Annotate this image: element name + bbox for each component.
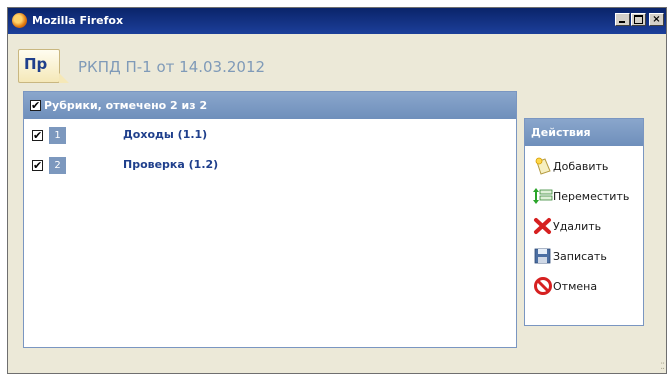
- rubrics-header: ✔ Рубрики, отмечено 2 из 2: [24, 92, 516, 119]
- save-icon: [534, 248, 551, 264]
- rubric-number-badge: 2: [49, 157, 66, 174]
- actions-panel: Действия Добавить Переместить Удалить За…: [524, 118, 644, 326]
- rubric-checkbox[interactable]: ✔: [32, 130, 43, 141]
- add-button[interactable]: Добавить: [525, 152, 643, 180]
- resize-grip[interactable]: ⁚⁚: [660, 362, 665, 372]
- move-icon: [533, 188, 553, 204]
- minimize-button[interactable]: [615, 13, 630, 26]
- save-button[interactable]: Записать: [525, 242, 643, 270]
- document-icon-label: Пр: [24, 55, 48, 73]
- add-icon: [535, 157, 551, 175]
- window-title: Mozilla Firefox: [32, 14, 124, 27]
- document-header: Пр РКПД П-1 от 14.03.2012: [18, 46, 518, 86]
- title-bar[interactable]: Mozilla Firefox ×: [8, 8, 666, 34]
- rubrics-header-label: Рубрики, отмечено 2 из 2: [44, 99, 208, 112]
- move-label: Переместить: [553, 190, 630, 203]
- save-label: Записать: [553, 250, 607, 263]
- delete-button[interactable]: Удалить: [525, 212, 643, 240]
- select-all-checkbox[interactable]: ✔: [30, 100, 41, 111]
- document-icon: Пр: [18, 49, 69, 83]
- firefox-logo-icon: [12, 13, 27, 28]
- browser-window: Mozilla Firefox × Пр РКПД П-1 от 14.03.2…: [7, 7, 667, 374]
- cancel-label: Отмена: [553, 280, 598, 293]
- actions-header-label: Действия: [531, 126, 591, 139]
- close-button[interactable]: ×: [649, 13, 664, 26]
- cancel-button[interactable]: Отмена: [525, 272, 643, 300]
- page-title: РКПД П-1 от 14.03.2012: [78, 58, 266, 76]
- list-item[interactable]: ✔ 1 Доходы (1.1): [24, 125, 516, 147]
- rubrics-panel: ✔ Рубрики, отмечено 2 из 2 ✔ 1 Доходы (1…: [23, 91, 517, 348]
- actions-header: Действия: [525, 119, 643, 146]
- delete-label: Удалить: [553, 220, 602, 233]
- rubric-link[interactable]: Проверка (1.2): [123, 158, 218, 171]
- delete-icon: [534, 218, 551, 234]
- rubric-link[interactable]: Доходы (1.1): [123, 128, 207, 141]
- cancel-icon: [534, 277, 552, 295]
- rubric-checkbox[interactable]: ✔: [32, 160, 43, 171]
- add-label: Добавить: [553, 160, 609, 173]
- move-button[interactable]: Переместить: [525, 182, 643, 210]
- list-item[interactable]: ✔ 2 Проверка (1.2): [24, 155, 516, 177]
- maximize-button[interactable]: [631, 13, 646, 26]
- rubric-number-badge: 1: [49, 127, 66, 144]
